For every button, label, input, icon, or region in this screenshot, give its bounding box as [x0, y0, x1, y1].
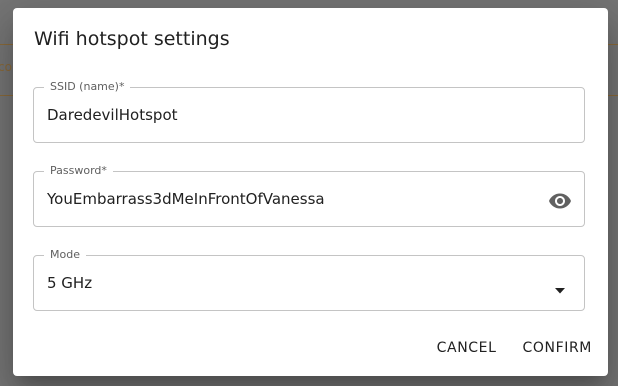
mode-select[interactable]: Mode 5 GHz — [33, 248, 585, 311]
ssid-label: SSID (name)* — [44, 80, 131, 94]
background-partial-text: co — [0, 60, 12, 74]
dialog-title: Wifi hotspot settings — [34, 28, 230, 50]
caret-down-icon[interactable] — [554, 280, 566, 294]
ssid-input[interactable]: DaredevilHotspot — [47, 105, 178, 125]
password-field[interactable]: Password* YouEmbarrass3dMeInFrontOfVanes… — [33, 164, 585, 227]
mode-label: Mode — [44, 248, 86, 262]
password-input[interactable]: YouEmbarrass3dMeInFrontOfVanessa — [47, 189, 325, 209]
eye-icon[interactable] — [548, 189, 572, 211]
mode-selected-value[interactable]: 5 GHz — [47, 273, 92, 293]
wifi-hotspot-dialog: Wifi hotspot settings SSID (name)* Dared… — [13, 8, 608, 376]
ssid-field[interactable]: SSID (name)* DaredevilHotspot — [33, 80, 585, 143]
cancel-button[interactable]: CANCEL — [435, 338, 499, 358]
dialog-actions: CANCEL CONFIRM — [435, 338, 594, 358]
confirm-button[interactable]: CONFIRM — [521, 338, 594, 358]
password-label: Password* — [44, 164, 113, 178]
